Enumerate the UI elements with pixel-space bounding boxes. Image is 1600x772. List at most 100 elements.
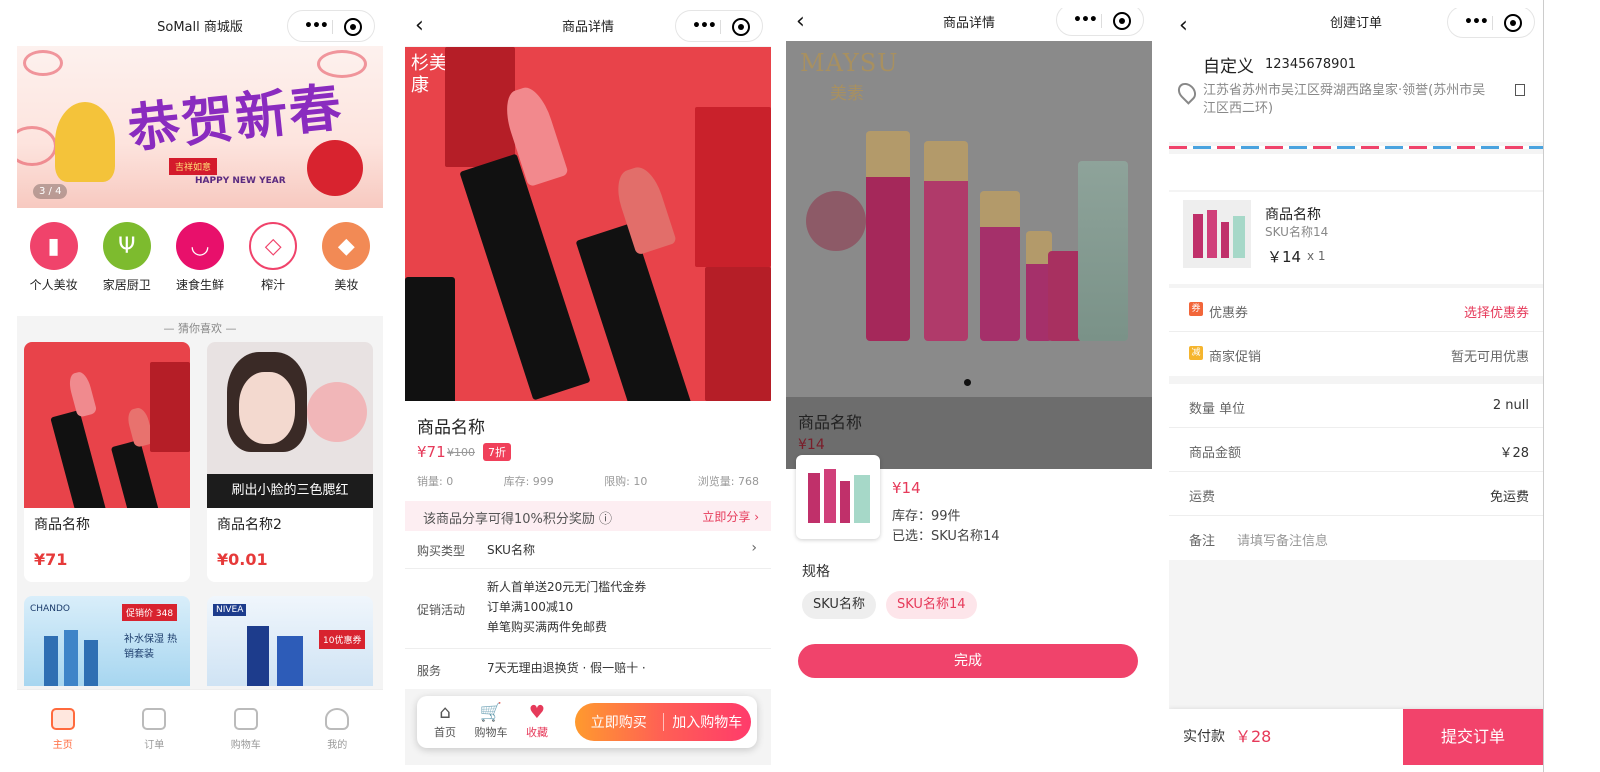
pay-amount: ￥28 bbox=[1235, 727, 1272, 746]
sku-price: ¥14 bbox=[892, 479, 921, 497]
service-value: 7天无理由退换货 · 假一赔十 · bbox=[487, 661, 646, 675]
divider bbox=[1543, 0, 1544, 772]
category-label: 美妆 bbox=[334, 278, 359, 292]
more-icon[interactable]: ••• bbox=[692, 18, 717, 34]
product-card[interactable]: 刷出小脸的三色腮红 商品名称2 ¥0.01 bbox=[207, 342, 373, 582]
share-reward-bar: 该商品分享可得10%积分奖励 ⓘ 立即分享 › bbox=[405, 501, 771, 531]
pay-label: 实付款 bbox=[1183, 729, 1225, 745]
spec-label: 规格 bbox=[802, 564, 830, 580]
purchase-buttons: 立即购买 加入购物车 bbox=[575, 703, 751, 741]
quantity-row: 数量 单位 2 null bbox=[1169, 384, 1543, 428]
amount-row: 商品金额 ￥28 bbox=[1169, 428, 1543, 472]
product-name: 商品名称 bbox=[34, 517, 90, 533]
category-item[interactable]: ◆ 美妆 bbox=[313, 222, 379, 316]
promo-line: 新人首单送20元无门槛代金券 bbox=[487, 580, 647, 594]
mini-program-capsule[interactable]: ••• bbox=[1056, 8, 1144, 36]
order-icon bbox=[142, 708, 167, 730]
banner-counter: 3 / 4 bbox=[33, 184, 68, 199]
promo-banner[interactable]: 恭贺新春 吉祥如意 HAPPY NEW YEAR 3 / 4 bbox=[17, 46, 383, 208]
edit-address-icon[interactable] bbox=[1515, 84, 1525, 96]
dimmed-product-area[interactable]: MAYSU 美素 商品名称 ¥14 bbox=[786, 41, 1152, 469]
sku-option-selected[interactable]: SKU名称14 bbox=[886, 591, 977, 619]
item-price: ￥14 bbox=[1267, 248, 1302, 266]
coupon-row[interactable]: 券 优惠券 选择优惠券 bbox=[1169, 288, 1543, 332]
lipstick-icon: ▮ bbox=[29, 222, 78, 270]
category-item[interactable]: ◇ 榨汁 bbox=[240, 222, 306, 316]
promo-row: 促销活动 新人首单送20元无门槛代金券 订单满100减10 单笔购买满两件免邮费 bbox=[405, 569, 771, 649]
sku-option[interactable]: SKU名称 bbox=[802, 591, 876, 619]
item-sku: SKU名称14 bbox=[1265, 225, 1329, 239]
more-icon[interactable]: ••• bbox=[1464, 14, 1489, 30]
home-button[interactable]: ⌂ 首页 bbox=[425, 702, 465, 740]
product-price: ¥0.01 bbox=[217, 550, 268, 569]
product-name: 商品名称 bbox=[417, 418, 485, 438]
product-card[interactable]: NIVEA 10优惠券 bbox=[207, 596, 373, 686]
home-icon bbox=[50, 708, 75, 730]
done-button[interactable]: 完成 bbox=[798, 644, 1138, 678]
lantern-icon bbox=[307, 140, 363, 196]
category-label: 家居厨卫 bbox=[102, 278, 151, 292]
brand-logo: MAYSU bbox=[800, 49, 899, 77]
item-thumbnail bbox=[1183, 200, 1251, 268]
bottom-action-bar: ⌂ 首页 🛒 购物车 ♥ 收藏 立即购买 加入购物车 bbox=[417, 696, 757, 748]
product-main-image[interactable]: 杉美 黛康 bbox=[405, 47, 771, 401]
buy-now-button[interactable]: 立即购买 bbox=[575, 712, 663, 732]
product-info: 商品名称 ¥71 ¥100 7折 销量: 0 库存: 999 限购: 10 浏览… bbox=[405, 401, 771, 501]
banner-tag: 吉祥如意 bbox=[169, 158, 218, 175]
category-item[interactable]: ▮ 个人美妆 bbox=[21, 222, 87, 316]
gem-icon: ◆ bbox=[322, 222, 371, 270]
product-price: ¥14 bbox=[798, 437, 825, 453]
home-icon: ⌂ bbox=[439, 702, 451, 723]
select-coupon-link[interactable]: 选择优惠券 bbox=[1464, 302, 1529, 321]
category-item[interactable]: Ψ 家居厨卫 bbox=[94, 222, 160, 316]
category-item[interactable]: ◡ 速食生鲜 bbox=[167, 222, 233, 316]
close-target-icon[interactable] bbox=[732, 18, 750, 36]
detail-navbar: ‹ 商品详情 ••• bbox=[405, 8, 771, 46]
product-card[interactable]: 商品名称 ¥71 bbox=[24, 342, 190, 582]
buy-type-row[interactable]: 购买类型 SKU名称 › bbox=[405, 531, 771, 569]
product-banner-text: 刷出小脸的三色腮红 bbox=[207, 474, 373, 508]
close-target-icon[interactable] bbox=[1504, 14, 1522, 32]
cart-button[interactable]: 🛒 购物车 bbox=[471, 702, 511, 740]
address-divider bbox=[1169, 146, 1543, 149]
favorite-button[interactable]: ♥ 收藏 bbox=[517, 702, 557, 740]
more-icon[interactable]: ••• bbox=[304, 18, 329, 34]
category-label: 个人美妆 bbox=[29, 278, 78, 292]
fork-icon: Ψ bbox=[102, 222, 151, 270]
close-target-icon[interactable] bbox=[344, 18, 362, 36]
banner-english: HAPPY NEW YEAR bbox=[195, 176, 286, 186]
category-label: 榨汁 bbox=[261, 278, 286, 292]
add-to-cart-button[interactable]: 加入购物车 bbox=[664, 712, 752, 732]
heart-icon: ♥ bbox=[528, 702, 546, 723]
remark-row: 备注 请填写备注信息 bbox=[1169, 516, 1543, 560]
product-price: ¥71 bbox=[34, 550, 68, 569]
receiver-name: 自定义 bbox=[1203, 57, 1254, 77]
order-item: 商品名称 SKU名称14 ￥14 x 1 bbox=[1169, 192, 1543, 284]
sku-select-screen: ‹ 商品详情 ••• MAYSU 美素 商品名称 ¥14 ¥14 库存：99件 … bbox=[786, 8, 1152, 765]
remark-input[interactable]: 请填写备注信息 bbox=[1237, 530, 1328, 549]
tab-cart[interactable]: 购物车 bbox=[200, 690, 292, 765]
item-name: 商品名称 bbox=[1265, 207, 1321, 223]
mini-program-capsule[interactable]: ••• bbox=[1447, 8, 1535, 38]
promo-line: 订单满100减10 bbox=[487, 600, 574, 614]
submit-order-button[interactable]: 提交订单 bbox=[1403, 709, 1543, 765]
address-card[interactable]: 自定义 12345678901 江苏省苏州市吴江区舜湖西路皇家·领誉(苏州市吴江… bbox=[1169, 38, 1543, 142]
product-name: 商品名称 bbox=[798, 413, 863, 432]
mini-program-capsule[interactable]: ••• bbox=[287, 10, 375, 42]
more-icon[interactable]: ••• bbox=[1073, 12, 1098, 28]
close-target-icon[interactable] bbox=[1113, 12, 1131, 30]
product-card[interactable]: CHANDO 促销价 348 补水保湿 热销套装 bbox=[24, 596, 190, 686]
product-promo-text: 补水保湿 热销套装 bbox=[124, 634, 178, 660]
tab-home[interactable]: 主页 bbox=[17, 690, 109, 765]
merchant-promo-row: 减 商家促销 暂无可用优惠 bbox=[1169, 332, 1543, 376]
tab-orders[interactable]: 订单 bbox=[109, 690, 201, 765]
sku-thumbnail bbox=[796, 455, 880, 539]
sku-bottom-sheet: ¥14 库存：99件 已选：SKU名称14 规格 SKU名称 SKU名称14 完… bbox=[786, 455, 1152, 765]
share-now-link[interactable]: 立即分享 › bbox=[702, 508, 759, 525]
carousel-indicator bbox=[964, 379, 971, 386]
brand-logo-cn: 美素 bbox=[830, 84, 864, 104]
mini-program-capsule[interactable]: ••• bbox=[675, 10, 763, 42]
tab-profile[interactable]: 我的 bbox=[292, 690, 384, 765]
create-order-screen: ‹ 创建订单 ••• 自定义 12345678901 江苏省苏州市吴江区舜湖西路… bbox=[1169, 8, 1543, 765]
view-count: 浏览量: 768 bbox=[697, 475, 759, 488]
